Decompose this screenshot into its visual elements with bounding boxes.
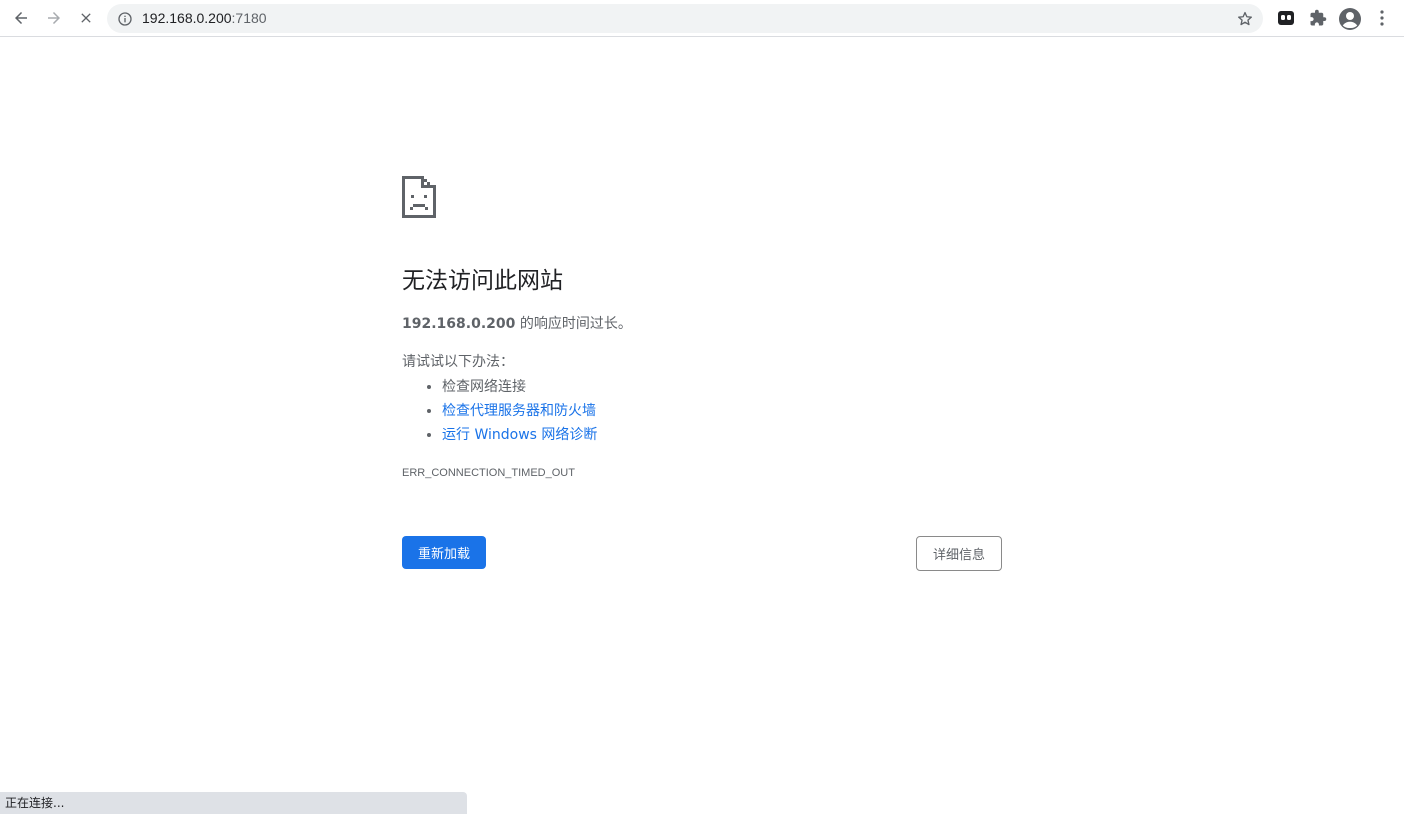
- url-port: :7180: [231, 10, 267, 26]
- status-bar: 正在连接...: [0, 792, 467, 814]
- profile-avatar-icon: [1339, 8, 1361, 30]
- extensions-button[interactable]: [1308, 8, 1328, 28]
- error-title: 无法访问此网站: [402, 268, 563, 294]
- check-proxy-link[interactable]: 检查代理服务器和防火墙: [442, 403, 596, 419]
- error-description-suffix: 的响应时间过长。: [515, 316, 632, 332]
- suggestion-text: 检查网络连接: [442, 379, 526, 395]
- error-description: 192.168.0.200 的响应时间过长。: [402, 314, 632, 334]
- suggestions-list: 检查网络连接 检查代理服务器和防火墙 运行 Windows 网络诊断: [402, 375, 597, 447]
- details-button[interactable]: 详细信息: [916, 536, 1002, 571]
- back-button[interactable]: [7, 4, 35, 32]
- sad-file-icon: [402, 176, 436, 218]
- extension-app-glyph-icon: [1278, 11, 1294, 25]
- back-arrow-icon: [15, 12, 27, 24]
- browser-menu-button[interactable]: [1373, 8, 1391, 28]
- try-label: 请试试以下办法：: [402, 354, 514, 370]
- forward-button[interactable]: [40, 4, 68, 32]
- url-text[interactable]: 192.168.0.200:7180: [142, 9, 267, 28]
- address-bar[interactable]: 192.168.0.200:7180: [107, 4, 1263, 33]
- puzzle-icon: [1310, 9, 1327, 26]
- browser-toolbar: 192.168.0.200:7180: [0, 0, 1404, 37]
- suggestion-check-network: 检查网络连接: [442, 375, 597, 399]
- info-icon[interactable]: [117, 11, 133, 27]
- bookmark-star-icon[interactable]: [1236, 10, 1254, 28]
- forward-arrow-icon: [48, 12, 60, 24]
- extension-app-icon[interactable]: [1276, 8, 1296, 28]
- reload-button[interactable]: 重新加载: [402, 536, 486, 569]
- suggestion-run-diagnostics: 运行 Windows 网络诊断: [442, 423, 597, 447]
- stop-loading-button[interactable]: [72, 4, 100, 32]
- url-host: 192.168.0.200: [142, 10, 232, 26]
- run-diagnostics-link[interactable]: 运行 Windows 网络诊断: [442, 427, 597, 443]
- stop-loading-icon: [81, 13, 91, 23]
- error-host: 192.168.0.200: [402, 316, 516, 332]
- profile-button[interactable]: [1338, 7, 1362, 31]
- suggestion-check-proxy: 检查代理服务器和防火墙: [442, 399, 597, 423]
- kebab-menu-icon: [1380, 10, 1384, 26]
- error-code: ERR_CONNECTION_TIMED_OUT: [402, 467, 575, 479]
